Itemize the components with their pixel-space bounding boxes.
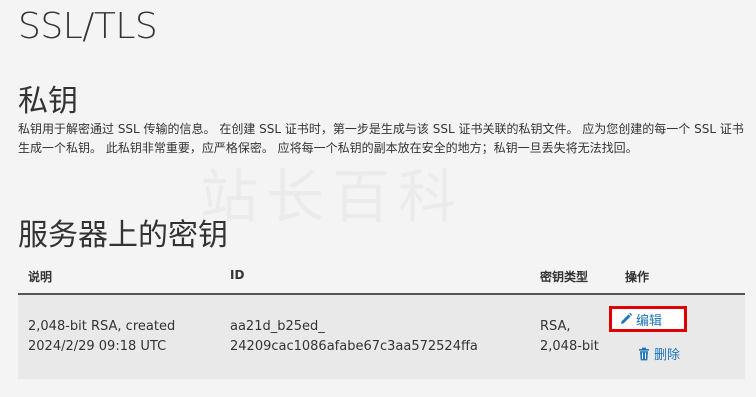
key-type-line2: 2,048-bit xyxy=(540,339,599,354)
column-header-description[interactable]: 说明 xyxy=(28,268,52,285)
page-title: SSL/TLS xyxy=(18,6,158,47)
pencil-icon xyxy=(621,312,633,324)
column-header-actions: 操作 xyxy=(625,270,650,284)
key-id-line2: 24209cac1086afabe67c3aa572524ffa xyxy=(230,339,478,354)
delete-key-label: 删除 xyxy=(654,348,681,363)
key-type-line1: RSA, xyxy=(540,319,571,334)
watermark: 站长百科 xyxy=(200,163,465,231)
key-description-line1: 2,048-bit RSA, created xyxy=(28,319,176,334)
private-keys-heading: 私钥 xyxy=(18,84,78,119)
key-description-line2: 2024/2/29 09:18 UTC xyxy=(28,339,167,354)
key-id-cell: aa21d_b25ed_ 24209cac1086afabe67c3aa5725… xyxy=(230,317,478,357)
keys-on-server-heading: 服务器上的密钥 xyxy=(18,218,228,253)
delete-key-button[interactable]: 删除 xyxy=(637,344,680,363)
trash-icon xyxy=(639,347,649,360)
key-id-line1: aa21d_b25ed_ xyxy=(230,319,325,334)
key-description-cell: 2,048-bit RSA, created 2024/2/29 09:18 U… xyxy=(28,317,175,357)
column-header-key-type[interactable]: 密钥类型 xyxy=(540,268,588,285)
key-type-cell: RSA, 2,048-bit xyxy=(540,317,599,357)
table-header: 说明 ID 密钥类型 操作 xyxy=(18,258,745,295)
column-header-id[interactable]: ID xyxy=(230,268,244,282)
edit-key-label: 编辑 xyxy=(636,313,663,329)
edit-key-button[interactable]: 编辑 xyxy=(609,306,687,332)
